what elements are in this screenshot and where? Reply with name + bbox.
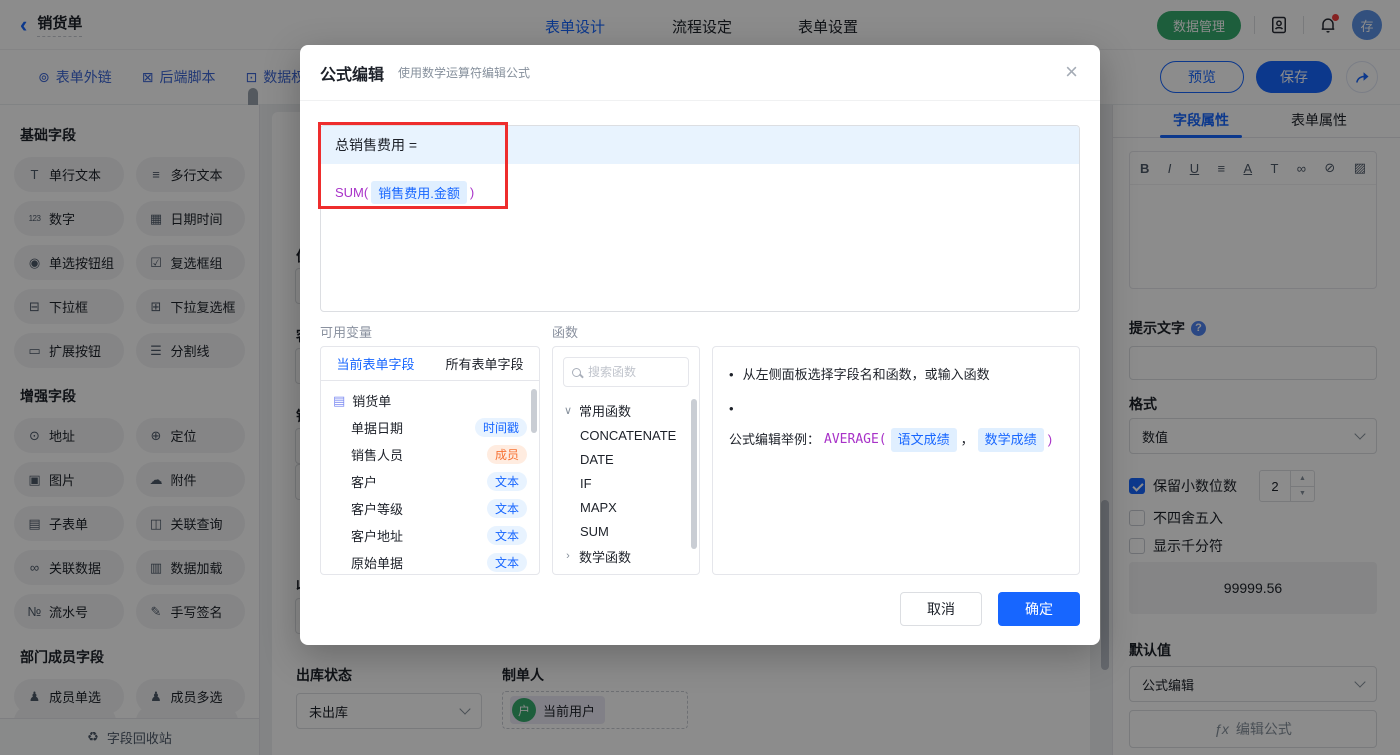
tips-panel: • 从左侧面板选择字段名和函数，或输入函数 • 公式编辑举例： AVERAGE(… — [712, 346, 1080, 575]
cancel-button[interactable]: 取消 — [900, 592, 982, 626]
function-item[interactable]: IF — [553, 471, 699, 495]
tab-current-form-fields[interactable]: 当前表单字段 — [321, 354, 430, 373]
function-item[interactable]: CONCATENATE — [553, 423, 699, 447]
functions-label: 函数 — [552, 322, 578, 341]
variables-scrollbar-thumb[interactable] — [531, 389, 537, 433]
formula-expression[interactable]: SUM( 销售费用.金额 ) — [321, 164, 1079, 204]
formula-close-paren: ) — [470, 185, 474, 200]
caret-down-icon: ∨ — [563, 404, 573, 417]
close-icon[interactable]: × — [1065, 59, 1078, 85]
document-icon: ▤ — [333, 393, 345, 409]
variables-tree: ▤ 销货单 单据日期 时间戳 销售人员 成员 — [321, 381, 539, 575]
formula-editor-modal: 公式编辑 使用数学运算符编辑公式 × 总销售费用 = SUM( 销售费用.金额 … — [300, 45, 1100, 645]
variable-row[interactable]: 客户地址 文本 — [321, 522, 539, 549]
variable-row[interactable]: 原始单据 文本 — [321, 549, 539, 575]
tip-line-1: • 从左侧面板选择字段名和函数，或输入函数 — [729, 365, 1063, 385]
functions-scrollbar-thumb[interactable] — [691, 399, 697, 549]
variables-tabs: 当前表单字段 所有表单字段 — [321, 347, 539, 381]
example-field-token: 数学成绩 — [978, 428, 1044, 452]
modal-title: 公式编辑 — [320, 61, 384, 85]
formula-example: 公式编辑举例： AVERAGE( 语文成绩 ， 数学成绩 ) — [729, 428, 1052, 452]
field-type-badge: 文本 — [487, 553, 527, 572]
field-type-badge: 文本 — [487, 526, 527, 545]
field-type-badge: 文本 — [487, 499, 527, 518]
function-item[interactable]: DATE — [553, 447, 699, 471]
field-type-badge: 文本 — [487, 472, 527, 491]
formula-editor-area[interactable]: 总销售费用 = SUM( 销售费用.金额 ) — [320, 125, 1080, 312]
formula-function: SUM( — [335, 185, 368, 200]
field-type-badge: 成员 — [487, 445, 527, 464]
function-collapsed-groups: › 数学函数 › 文本函数 — [553, 543, 699, 575]
app-window: ‹ 销货单 表单设计 流程设定 表单设置 数据管理 存 — [0, 0, 1400, 755]
search-icon — [572, 368, 581, 377]
modal-subtitle: 使用数学运算符编辑公式 — [398, 64, 530, 81]
function-group[interactable]: › 数学函数 — [553, 543, 699, 569]
caret-right-icon: › — [563, 550, 573, 562]
function-item[interactable]: MAPX — [553, 495, 699, 519]
tree-root-form[interactable]: ▤ 销货单 — [321, 387, 539, 414]
variable-rows: 单据日期 时间戳 销售人员 成员 客户 文本 — [321, 414, 539, 575]
functions-panel: ∨ 常用函数 CONCATENATE DATE IF MAPX SUM — [552, 346, 700, 575]
variables-panel: 当前表单字段 所有表单字段 ▤ 销货单 单据日期 时间戳 — [320, 346, 540, 575]
function-search-box[interactable] — [563, 357, 689, 387]
function-item[interactable]: SUM — [553, 519, 699, 543]
field-type-badge: 时间戳 — [475, 418, 527, 437]
variable-row[interactable]: 销售人员 成员 — [321, 441, 539, 468]
example-field-token: 语文成绩 — [891, 428, 957, 452]
tab-all-form-fields[interactable]: 所有表单字段 — [430, 354, 539, 373]
function-group[interactable]: › 文本函数 — [553, 569, 699, 575]
variable-row[interactable]: 客户等级 文本 — [321, 495, 539, 522]
confirm-button[interactable]: 确定 — [998, 592, 1080, 626]
function-items: CONCATENATE DATE IF MAPX SUM — [553, 423, 699, 543]
tip-line-2: • 公式编辑举例： AVERAGE( 语文成绩 ， 数学成绩 ) — [729, 399, 1063, 452]
variable-row[interactable]: 客户 文本 — [321, 468, 539, 495]
function-search-input[interactable] — [588, 365, 678, 379]
function-group-common[interactable]: ∨ 常用函数 — [553, 397, 699, 423]
formula-field-token[interactable]: 销售费用.金额 — [371, 181, 467, 204]
variable-row[interactable]: 单据日期 时间戳 — [321, 414, 539, 441]
formula-target: 总销售费用 = — [321, 126, 1079, 164]
modal-header: 公式编辑 使用数学运算符编辑公式 — [300, 45, 1100, 101]
variables-label: 可用变量 — [320, 322, 372, 341]
